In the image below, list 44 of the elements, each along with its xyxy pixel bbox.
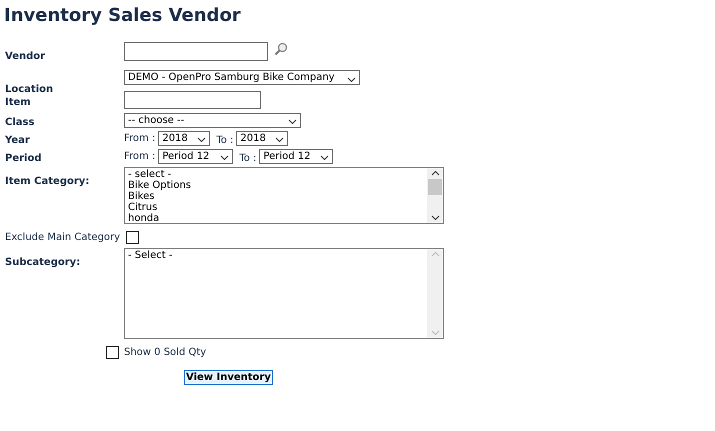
scroll-down-icon[interactable]: [430, 215, 440, 221]
range-label: To :: [239, 153, 256, 164]
list-option[interactable]: Bikes: [128, 191, 154, 202]
location-select[interactable]: DEMO - OpenPro Samburg Bike Company: [124, 70, 360, 85]
list-option[interactable]: Bike Options: [128, 180, 191, 191]
year-to-select[interactable]: 2018: [236, 130, 288, 146]
search-icon[interactable]: [274, 42, 288, 56]
range-label: To :: [216, 135, 234, 146]
chevron-icon: [197, 137, 206, 143]
item-field[interactable]: [124, 91, 261, 109]
page-title: Inventory Sales Vendor: [4, 4, 241, 28]
scroll-up-icon[interactable]: [430, 170, 440, 176]
item-category-list[interactable]: - select - Bike Options Bikes Citrus honda: [124, 167, 444, 224]
checkbox[interactable]: [106, 346, 119, 359]
range-label: From :: [124, 132, 156, 146]
field-label: Subcategory:: [5, 257, 80, 268]
chevron-icon: [275, 137, 284, 143]
vendor-field[interactable]: [124, 42, 268, 61]
field-label: Item Category:: [5, 176, 90, 187]
list-option[interactable]: - Select -: [128, 250, 172, 261]
chevron-icon: [220, 155, 230, 161]
period-from-select[interactable]: Period 12: [158, 148, 234, 164]
view-inventory-button[interactable]: View Inventory: [184, 370, 273, 385]
field-label: Item: [5, 97, 31, 108]
chevron-icon: [320, 155, 330, 161]
list-option[interactable]: - select -: [128, 169, 172, 180]
class-select[interactable]: -- choose --: [124, 112, 301, 128]
subcategory-list[interactable]: - Select -: [124, 248, 444, 339]
chevron-icon: [288, 119, 297, 125]
chevron-icon: [347, 76, 356, 82]
period-to-select[interactable]: Period 12: [259, 148, 334, 164]
checkbox-label: Exclude Main Category: [5, 231, 120, 245]
list-option[interactable]: honda: [128, 213, 160, 223]
year-from-select[interactable]: 2018: [158, 130, 210, 146]
checkbox-label: Show 0 Sold Qty: [124, 346, 206, 360]
range-label: From :: [124, 150, 156, 164]
field-label: Class: [5, 117, 34, 128]
field-label: Period: [5, 153, 42, 164]
field-label: Vendor: [5, 51, 46, 62]
field-label: Year: [5, 135, 30, 146]
checkbox[interactable]: [126, 231, 140, 244]
field-label: Location: [5, 84, 54, 95]
list-option[interactable]: Citrus: [128, 202, 158, 213]
scrollbar[interactable]: [427, 168, 443, 223]
